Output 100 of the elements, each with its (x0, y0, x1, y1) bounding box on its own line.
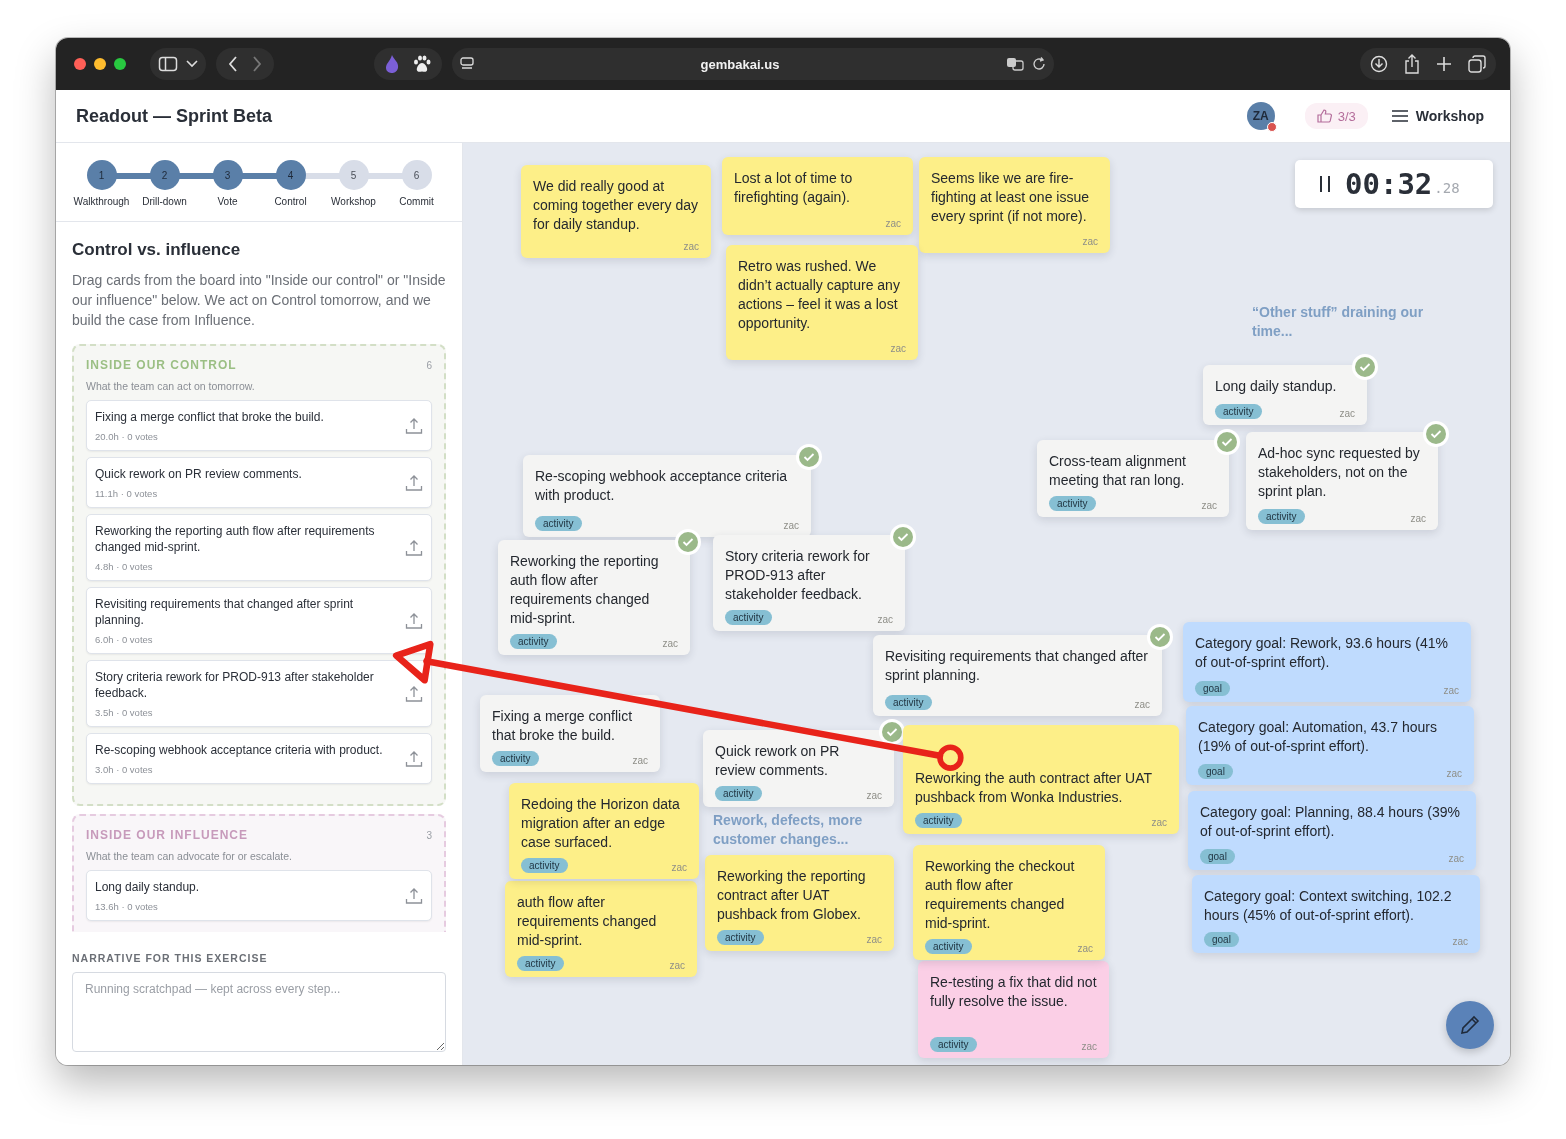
upload-icon[interactable] (405, 684, 423, 703)
reload-icon[interactable] (1032, 57, 1046, 71)
author-label: zac (1151, 817, 1167, 828)
sticky-note[interactable]: Fixing a merge conflict that broke the build. activity zac (480, 695, 660, 772)
sticky-note[interactable]: Revisiting requirements that changed after sprint planning. activity zac (873, 635, 1162, 716)
sticky-note[interactable]: Redoing the Horizon data migration after an edge case surfaced. activity zac (509, 783, 699, 879)
note-text: Reworking the auth contract after UAT pushback from Wonka Industries. (915, 769, 1153, 807)
paw-icon[interactable] (412, 55, 432, 73)
new-tab-icon[interactable] (1436, 56, 1452, 72)
sticky-note[interactable]: Reworking the reporting auth flow after requirements changed mid-sprint. activity zac (498, 540, 690, 655)
translate-icon[interactable] (1006, 57, 1024, 71)
zone-count: 6 (426, 359, 432, 371)
author-label: zac (1339, 408, 1355, 419)
author-label: zac (1082, 236, 1098, 247)
card-meta: 11.1h · 0 votes (95, 488, 159, 499)
zone-card[interactable]: Re-scoping webhook acceptance criteria with product. 3.0h · 0 votes (86, 733, 432, 784)
narrative-field[interactable]: Running scratchpad — kept across every step... (72, 972, 446, 1052)
workshop-menu-button[interactable]: Workshop (1385, 107, 1490, 125)
author-label: zac (671, 862, 687, 873)
sticky-note[interactable]: Cross-team alignment meeting that ran long. activity zac (1037, 440, 1229, 517)
reader-icon[interactable] (460, 57, 474, 71)
minimize-window-button[interactable] (94, 58, 106, 70)
note-text: Seems like we are fire-fighting at least one issue every sprint (if not more). (931, 169, 1090, 226)
step-indicator[interactable]: 1 (86, 160, 117, 190)
sticky-note[interactable]: Reworking the auth contract after UAT pushback from Wonka Industries. activity zac (903, 725, 1179, 834)
card-text: Fixing a merge conflict that broke the build. (95, 409, 325, 425)
close-window-button[interactable] (74, 58, 86, 70)
author-label: zac (632, 755, 648, 766)
sticky-note[interactable]: auth flow after requirements changed mid-sprint. activity zac (505, 881, 697, 977)
upload-icon[interactable] (405, 538, 423, 557)
sticky-note[interactable]: Story criteria rework for PROD-913 after stakeholder feedback. activity zac (713, 535, 905, 631)
sticky-note[interactable]: Quick rework on PR review comments. activity zac (703, 730, 894, 807)
back-icon[interactable] (228, 56, 238, 72)
address-bar[interactable]: gembakai.us (694, 55, 786, 73)
sticky-note[interactable]: Retro was rushed. We didn’t actually capture any actions – feel it was a lost opportunity. zac (726, 245, 918, 360)
card-text: Re-scoping webhook acceptance criteria with product. (95, 742, 384, 758)
pause-icon[interactable] (1319, 175, 1331, 193)
pencil-icon (1459, 1014, 1481, 1036)
step-indicator[interactable]: 6 (401, 160, 432, 190)
upload-icon[interactable] (405, 473, 423, 492)
sticky-note[interactable]: Long daily standup. activity zac (1203, 365, 1367, 425)
zone-title: INSIDE OUR INFLUENCE (86, 828, 248, 842)
note-text: Fixing a merge conflict that broke the build. (492, 707, 634, 745)
sticky-note[interactable]: Ad-hoc sync requested by stakeholders, not on the sprint plan. activity zac (1246, 432, 1438, 530)
upload-icon[interactable] (405, 611, 423, 630)
sticky-note[interactable]: Category goal: Planning, 88.4 hours (39% of out-of-sprint effort). goal zac (1188, 791, 1476, 870)
step-indicator[interactable]: 5 (338, 160, 369, 190)
tag-label: activity (521, 858, 568, 873)
sticky-note[interactable]: Reworking the checkout auth flow after requirements changed mid-sprint. activity zac (913, 845, 1105, 960)
note-text: We did really good at coming together every day for daily standup. (533, 177, 699, 234)
sticky-note[interactable]: Category goal: Rework, 93.6 hours (41% of out-of-sprint effort). goal zac (1183, 622, 1471, 702)
pencil-button[interactable] (1446, 1001, 1494, 1049)
step-indicator[interactable]: 2 (149, 160, 180, 190)
zone-card[interactable]: Revisiting requirements that changed after sprint planning. 6.0h · 0 votes (86, 587, 432, 654)
tag-label: activity (925, 939, 972, 954)
sticky-note[interactable]: Re-scoping webhook acceptance criteria with product. activity zac (523, 455, 811, 537)
votes-counter[interactable]: 3/3 (1304, 103, 1368, 129)
step-label: Walkthrough (73, 196, 130, 207)
timer-fraction: .28 (1434, 180, 1460, 196)
note-text: Re-scoping webhook acceptance criteria with product. (535, 467, 789, 505)
note-text: Ad-hoc sync requested by stakeholders, not on the sprint plan. (1258, 444, 1421, 501)
drop-zone[interactable]: INSIDE OUR INFLUENCE 3 What the team can advocate for or escalate. Long daily standup. 13.6h · 0 votes (72, 814, 446, 932)
note-text: Lost a lot of time to firefighting (again). (734, 169, 854, 207)
sticky-note[interactable]: Seems like we are fire-fighting at least one issue every sprint (if not more). zac (919, 157, 1110, 253)
step-label: Commit (399, 196, 434, 207)
maximize-window-button[interactable] (114, 58, 126, 70)
zone-card[interactable]: Story criteria rework for PROD-913 after stakeholder feedback. 3.5h · 0 votes (86, 660, 432, 727)
note-text: auth flow after requirements changed mid-sprint. (517, 893, 658, 950)
download-icon[interactable] (1370, 55, 1388, 73)
tabs-overview-icon[interactable] (1468, 55, 1486, 73)
sticky-note[interactable]: We did really good at coming together every day for daily standup. zac (521, 165, 711, 258)
author-label: zac (683, 241, 699, 252)
card-meta: 3.5h · 0 votes (95, 707, 154, 718)
upload-icon[interactable] (405, 749, 423, 768)
sticky-note[interactable]: Category goal: Automation, 43.7 hours (19% of out-of-sprint effort). goal zac (1186, 706, 1474, 785)
zone-card[interactable]: Quick rework on PR review comments. 11.1h · 0 votes (86, 457, 432, 508)
upload-icon[interactable] (405, 416, 423, 435)
share-icon[interactable] (1404, 54, 1420, 74)
section-title: Control vs. influence (72, 240, 242, 260)
zone-card[interactable]: Fixing a merge conflict that broke the build. 20.0h · 0 votes (86, 400, 432, 451)
narrative-label: NARRATIVE FOR THIS EXERCISE (72, 952, 269, 964)
chevron-down-icon[interactable] (186, 60, 198, 68)
tag-label: goal (1195, 681, 1230, 696)
sticky-note[interactable]: Lost a lot of time to firefighting (again). zac (722, 157, 913, 235)
sticky-note[interactable]: Reworking the reporting contract after UAT pushback from Globex. activity zac (705, 855, 894, 951)
sidebar-toggle-icon[interactable] (158, 56, 178, 72)
sticky-note[interactable]: Category goal: Context switching, 102.2 hours (45% of out-of-sprint effort). goal zac (1192, 875, 1480, 953)
author-label: zac (885, 218, 901, 229)
zone-card[interactable]: Reworking the reporting auth flow after requirements changed mid-sprint. 4.8h · 0 votes (86, 514, 432, 581)
tag-label: activity (885, 695, 932, 710)
board-label: Rework, defects, more customer changes... (713, 811, 864, 849)
note-text: Category goal: Rework, 93.6 hours (41% of out-of-sprint effort). (1195, 634, 1449, 672)
card-meta: 3.0h · 0 votes (95, 764, 154, 775)
author-label: zac (866, 790, 882, 801)
drop-zone[interactable] (72, 344, 446, 806)
upload-icon[interactable] (405, 886, 423, 905)
zone-card[interactable]: Long daily standup. 13.6h · 0 votes (86, 870, 432, 921)
forward-icon[interactable] (252, 56, 262, 72)
sticky-note[interactable]: Re-testing a fix that did not fully resolve the issue. activity zac (918, 961, 1109, 1058)
author-label: zac (669, 960, 685, 971)
